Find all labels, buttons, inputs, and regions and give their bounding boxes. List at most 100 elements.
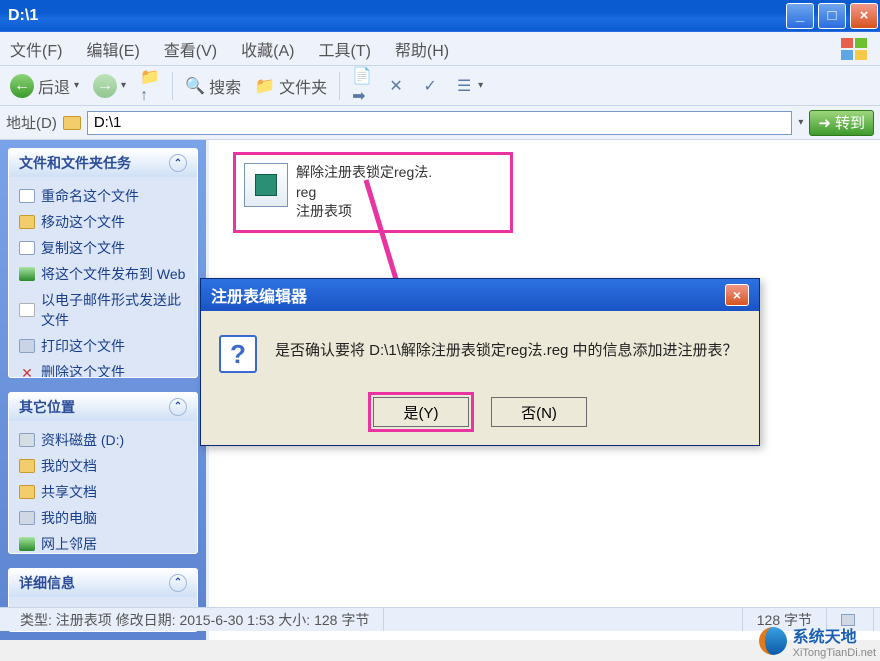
folder-up-icon: 📁↑ (140, 76, 160, 96)
watermark: 系统天地 XiTongTianDi.net (759, 623, 876, 659)
menu-favorites[interactable]: 收藏(A) (241, 37, 294, 61)
status-bar: 类型: 注册表项 修改日期: 2015-6-30 1:53 大小: 128 字节… (0, 607, 880, 631)
views-icon: ☰ (454, 76, 474, 96)
collapse-icon: ⌃ (169, 154, 187, 172)
views-button[interactable]: ☰▾ (450, 74, 487, 98)
question-icon: ? (219, 335, 257, 373)
go-label: 转到 (835, 112, 865, 133)
search-button[interactable]: 🔍 搜索 (181, 72, 245, 100)
move-icon (19, 215, 35, 229)
task-copy[interactable]: 复制这个文件 (19, 235, 187, 261)
go-button[interactable]: ➜ 转到 (809, 110, 874, 136)
place-my-documents[interactable]: 我的文档 (19, 453, 187, 479)
dialog-title: 注册表编辑器 (211, 283, 307, 307)
menu-help[interactable]: 帮助(H) (395, 37, 449, 61)
copy-icon: ✕ (386, 76, 406, 96)
file-item-reg[interactable]: 解除注册表锁定reg法. reg 注册表项 (233, 152, 513, 233)
collapse-icon: ⌃ (169, 398, 187, 416)
watermark-logo-icon (759, 627, 787, 655)
task-rename[interactable]: 重命名这个文件 (19, 183, 187, 209)
drive-icon (19, 433, 35, 447)
search-icon: 🔍 (185, 76, 205, 96)
place-my-computer[interactable]: 我的电脑 (19, 505, 187, 531)
toolbar: ← 后退 ▾ → ▾ 📁↑ 🔍 搜索 📁 文件夹 📄➡ ✕ ✓ ☰▾ (0, 66, 880, 106)
panel-other-places: 其它位置 ⌃ 资料磁盘 (D:) 我的文档 共享文档 我的电脑 网上邻居 (8, 392, 198, 554)
confirm-dialog: 注册表编辑器 × ? 是否确认要将 D:\1\解除注册表锁定reg法.reg 中… (200, 278, 760, 446)
forward-button[interactable]: → ▾ (89, 72, 130, 100)
menu-view[interactable]: 查看(V) (164, 37, 217, 61)
maximize-button[interactable]: □ (818, 3, 846, 29)
window-titlebar: D:\1 _ □ × (0, 0, 880, 32)
place-drive-d[interactable]: 资料磁盘 (D:) (19, 427, 187, 453)
folders-button[interactable]: 📁 文件夹 (251, 72, 331, 100)
address-label: 地址(D) (6, 112, 57, 133)
panel-title: 文件和文件夹任务 (19, 153, 131, 173)
undo-icon: ✓ (420, 76, 440, 96)
menu-tools[interactable]: 工具(T) (318, 37, 370, 61)
printer-icon (19, 339, 35, 353)
back-button[interactable]: ← 后退 ▾ (6, 72, 83, 100)
reg-file-icon (244, 163, 288, 207)
folder-icon (19, 459, 35, 473)
chevron-down-icon: ▾ (478, 80, 483, 91)
chevron-down-icon: ▾ (121, 80, 126, 91)
status-type: 类型: 注册表项 修改日期: 2015-6-30 1:53 大小: 128 字节 (6, 608, 384, 631)
dialog-message: 是否确认要将 D:\1\解除注册表锁定reg法.reg 中的信息添加进注册表？ (275, 335, 738, 360)
folders-label: 文件夹 (279, 74, 327, 98)
task-email[interactable]: 以电子邮件形式发送此文件 (19, 287, 187, 333)
windows-logo-icon (840, 37, 870, 61)
delete-icon: ✕ (19, 365, 35, 378)
dialog-titlebar: 注册表编辑器 × (201, 279, 759, 311)
move-icon: 📄➡ (352, 76, 372, 96)
menubar: 文件(F) 编辑(E) 查看(V) 收藏(A) 工具(T) 帮助(H) (0, 32, 880, 66)
sidebar-tasks: 文件和文件夹任务 ⌃ 重命名这个文件 移动这个文件 复制这个文件 将这个文件发布… (0, 140, 206, 640)
address-bar: 地址(D) ▾ ➜ 转到 (0, 106, 880, 140)
forward-arrow-icon: → (93, 74, 117, 98)
back-label: 后退 (38, 74, 70, 98)
folder-icon (19, 485, 35, 499)
panel-header[interactable]: 文件和文件夹任务 ⌃ (9, 149, 197, 177)
task-publish[interactable]: 将这个文件发布到 Web (19, 261, 187, 287)
rename-icon (19, 189, 35, 203)
dialog-close-button[interactable]: × (725, 284, 749, 306)
close-button[interactable]: × (850, 3, 878, 29)
toolbar-separator (339, 72, 340, 100)
network-icon (19, 537, 35, 551)
address-dropdown[interactable]: ▾ (798, 117, 803, 128)
move-to-button[interactable]: 📄➡ (348, 74, 376, 98)
menu-edit[interactable]: 编辑(E) (86, 37, 139, 61)
menu-file[interactable]: 文件(F) (10, 37, 62, 61)
window-title: D:\1 (8, 7, 38, 25)
mail-icon (19, 303, 35, 317)
panel-header[interactable]: 详细信息 ⌃ (9, 569, 197, 597)
panel-file-tasks: 文件和文件夹任务 ⌃ 重命名这个文件 移动这个文件 复制这个文件 将这个文件发布… (8, 148, 198, 378)
back-arrow-icon: ← (10, 74, 34, 98)
place-network[interactable]: 网上邻居 (19, 531, 187, 554)
no-button[interactable]: 否(N) (491, 397, 587, 427)
undo-button[interactable]: ✓ (416, 74, 444, 98)
panel-list: 重命名这个文件 移动这个文件 复制这个文件 将这个文件发布到 Web 以电子邮件… (9, 177, 197, 378)
toolbar-separator (172, 72, 173, 100)
task-delete[interactable]: ✕删除这个文件 (19, 359, 187, 378)
address-input[interactable] (87, 111, 793, 135)
yes-button[interactable]: 是(Y) (373, 397, 469, 427)
watermark-url: XiTongTianDi.net (793, 647, 876, 659)
panel-title: 详细信息 (19, 573, 75, 593)
chevron-down-icon: ▾ (74, 80, 79, 91)
copy-icon (19, 241, 35, 255)
file-item-text: 解除注册表锁定reg法. reg 注册表项 (296, 163, 432, 222)
panel-header[interactable]: 其它位置 ⌃ (9, 393, 197, 421)
task-move[interactable]: 移动这个文件 (19, 209, 187, 235)
copy-to-button[interactable]: ✕ (382, 74, 410, 98)
search-label: 搜索 (209, 74, 241, 98)
dialog-body: ? 是否确认要将 D:\1\解除注册表锁定reg法.reg 中的信息添加进注册表… (201, 311, 759, 445)
window-controls: _ □ × (786, 3, 878, 29)
task-print[interactable]: 打印这个文件 (19, 333, 187, 359)
collapse-icon: ⌃ (169, 574, 187, 592)
minimize-button[interactable]: _ (786, 3, 814, 29)
watermark-name: 系统天地 (793, 623, 876, 647)
panel-title: 其它位置 (19, 397, 75, 417)
place-shared-documents[interactable]: 共享文档 (19, 479, 187, 505)
up-button[interactable]: 📁↑ (136, 74, 164, 98)
folder-icon (63, 116, 81, 130)
